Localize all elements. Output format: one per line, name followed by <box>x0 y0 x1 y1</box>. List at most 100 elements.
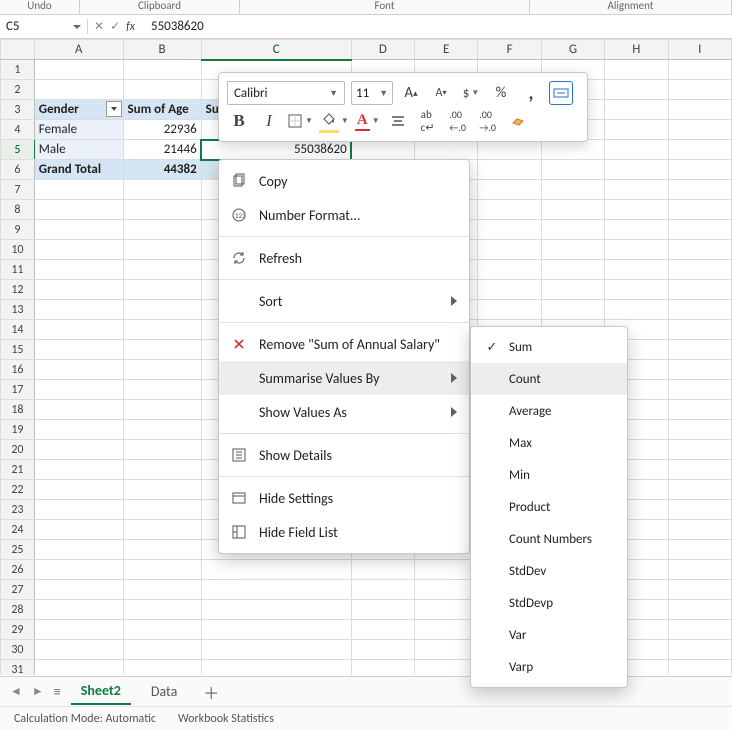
cell[interactable] <box>668 100 731 120</box>
summarise-option[interactable]: Average <box>471 395 627 427</box>
cell[interactable] <box>668 420 731 440</box>
cell[interactable] <box>34 180 123 200</box>
cell[interactable] <box>123 180 201 200</box>
cell[interactable] <box>478 200 541 220</box>
row-header[interactable]: 31 <box>1 660 35 676</box>
cell[interactable] <box>123 340 201 360</box>
cell[interactable]: Sum of Age <box>123 100 201 120</box>
cell[interactable] <box>201 640 351 660</box>
select-all-corner[interactable] <box>1 40 35 60</box>
cell[interactable]: 21446 <box>123 140 201 160</box>
cell[interactable] <box>605 160 668 180</box>
cell[interactable]: Male <box>34 140 123 160</box>
cell[interactable] <box>605 300 668 320</box>
cell[interactable] <box>34 360 123 380</box>
cell[interactable] <box>351 140 414 160</box>
cell[interactable] <box>415 620 478 640</box>
fx-icon[interactable]: fx <box>126 20 135 34</box>
cell[interactable] <box>201 560 351 580</box>
row-header[interactable]: 1 <box>1 60 35 80</box>
row-header[interactable]: 24 <box>1 520 35 540</box>
cell[interactable] <box>351 580 414 600</box>
clear-format-icon[interactable] <box>506 109 530 133</box>
cell[interactable] <box>668 580 731 600</box>
cell[interactable] <box>668 440 731 460</box>
row-header[interactable]: 9 <box>1 220 35 240</box>
cell[interactable] <box>668 260 731 280</box>
summarise-option[interactable]: StdDev <box>471 555 627 587</box>
cell[interactable] <box>123 240 201 260</box>
row-header[interactable]: 21 <box>1 460 35 480</box>
enter-icon[interactable]: ✓ <box>110 19 120 34</box>
context-menu-hide-settings[interactable]: Hide Settings <box>219 481 469 515</box>
cell[interactable] <box>34 320 123 340</box>
cell[interactable] <box>201 660 351 676</box>
row-header[interactable]: 7 <box>1 180 35 200</box>
cell[interactable] <box>351 560 414 580</box>
cell[interactable] <box>668 160 731 180</box>
summarise-option[interactable]: Max <box>471 427 627 459</box>
column-header[interactable]: F <box>478 40 541 60</box>
font-size-select[interactable]: 11 ▼ <box>351 81 393 105</box>
cell[interactable] <box>478 220 541 240</box>
align-center-icon[interactable] <box>386 109 410 133</box>
column-header[interactable]: C <box>201 40 351 60</box>
cell[interactable] <box>541 180 604 200</box>
cell[interactable] <box>34 260 123 280</box>
cell[interactable] <box>123 220 201 240</box>
cell[interactable] <box>541 140 604 160</box>
cell[interactable] <box>478 300 541 320</box>
cell[interactable] <box>605 120 668 140</box>
cell[interactable] <box>351 660 414 676</box>
cell[interactable] <box>541 300 604 320</box>
cell[interactable] <box>34 500 123 520</box>
cell[interactable] <box>123 320 201 340</box>
cell[interactable] <box>668 380 731 400</box>
cell[interactable] <box>123 300 201 320</box>
cell[interactable] <box>668 640 731 660</box>
cell[interactable] <box>34 60 123 80</box>
cell[interactable] <box>415 600 478 620</box>
cell[interactable] <box>34 440 123 460</box>
cell[interactable] <box>34 220 123 240</box>
context-menu-number-format[interactable]: 123 Number Format... <box>219 198 469 232</box>
row-header[interactable]: 23 <box>1 500 35 520</box>
row-header[interactable]: 25 <box>1 540 35 560</box>
cell[interactable] <box>668 360 731 380</box>
cell[interactable] <box>541 200 604 220</box>
cell[interactable] <box>34 520 123 540</box>
cell[interactable] <box>34 420 123 440</box>
cell[interactable] <box>34 300 123 320</box>
cell[interactable] <box>415 660 478 676</box>
row-header[interactable]: 14 <box>1 320 35 340</box>
cell[interactable] <box>201 580 351 600</box>
cell[interactable] <box>34 540 123 560</box>
font-name-select[interactable]: Calibri ▼ <box>227 81 345 105</box>
status-calc-mode[interactable]: Calculation Mode: Automatic <box>14 712 156 726</box>
row-header[interactable]: 26 <box>1 560 35 580</box>
column-header[interactable]: D <box>351 40 414 60</box>
cell[interactable] <box>123 380 201 400</box>
cell[interactable] <box>541 280 604 300</box>
cell[interactable] <box>668 140 731 160</box>
cell[interactable] <box>668 120 731 140</box>
cell[interactable] <box>34 80 123 100</box>
borders-icon[interactable]: ▼ <box>287 109 313 133</box>
cell[interactable] <box>668 620 731 640</box>
row-header[interactable]: 8 <box>1 200 35 220</box>
cell[interactable] <box>351 640 414 660</box>
cell[interactable] <box>478 260 541 280</box>
column-header[interactable]: A <box>34 40 123 60</box>
row-header[interactable]: 10 <box>1 240 35 260</box>
cell[interactable]: Gender <box>34 100 123 120</box>
cell[interactable] <box>541 220 604 240</box>
cell[interactable] <box>668 540 731 560</box>
summarise-option[interactable]: StdDevp <box>471 587 627 619</box>
cell[interactable]: Female <box>34 120 123 140</box>
cell[interactable] <box>668 220 731 240</box>
percent-format-icon[interactable]: % <box>489 81 513 105</box>
cell[interactable] <box>668 600 731 620</box>
cell[interactable] <box>123 580 201 600</box>
cell[interactable] <box>668 280 731 300</box>
name-box[interactable]: C5 <box>0 19 88 34</box>
